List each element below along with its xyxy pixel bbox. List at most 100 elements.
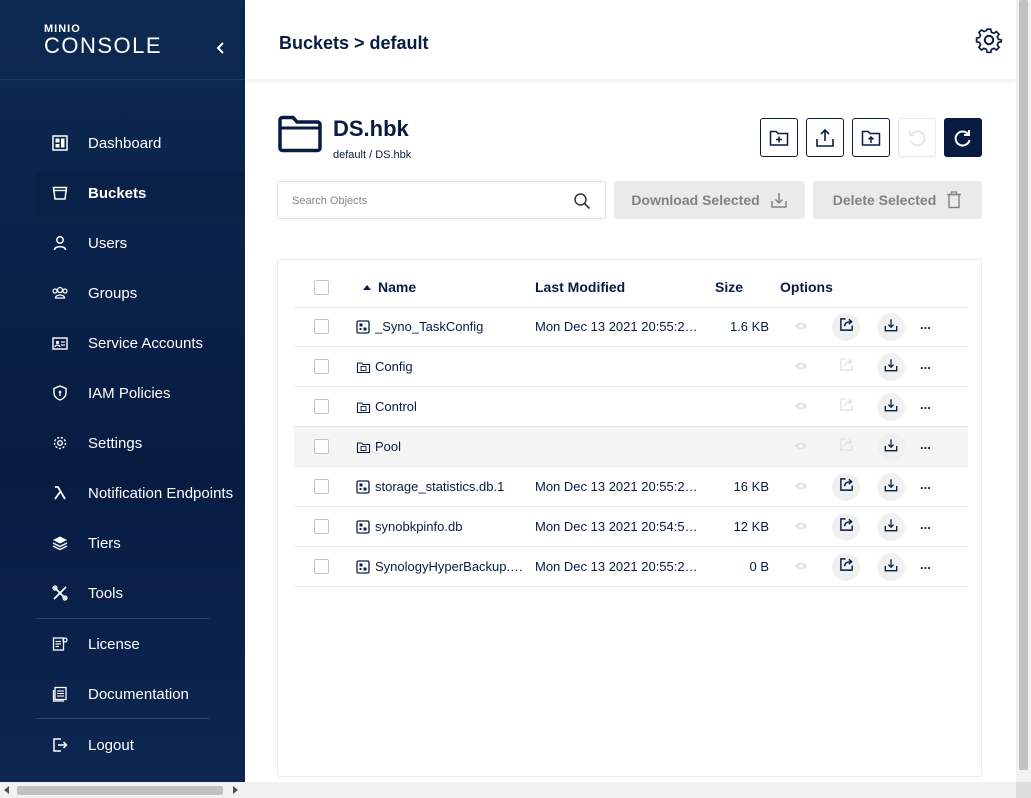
vertical-scroll-thumb[interactable] (1019, 0, 1028, 770)
row-checkbox[interactable] (314, 319, 329, 334)
download-selected-button[interactable]: Download Selected (614, 181, 805, 219)
search-icon[interactable] (573, 192, 591, 210)
table-row[interactable]: Pool ... (294, 427, 968, 467)
layers-icon (51, 534, 69, 552)
vertical-scrollbar[interactable] (1016, 0, 1031, 782)
download-button[interactable] (877, 393, 905, 421)
row-checkbox[interactable] (314, 439, 329, 454)
download-button[interactable] (877, 553, 905, 581)
rewind-button[interactable] (898, 118, 936, 157)
row-checkbox[interactable] (314, 559, 329, 574)
row-checkbox[interactable] (314, 399, 329, 414)
object-name[interactable]: SynologyHyperBackup.bkpi (375, 559, 525, 574)
refresh-button[interactable] (944, 118, 982, 157)
table-row[interactable]: _Syno_TaskConfig Mon Dec 13 2021 20:55:2… (294, 307, 968, 347)
share-button[interactable] (832, 353, 860, 381)
sidebar-item-tools[interactable]: Tools (36, 571, 245, 615)
row-checkbox[interactable] (314, 519, 329, 534)
settings-button[interactable] (975, 26, 1003, 54)
column-header-size[interactable]: Size (715, 279, 743, 295)
sidebar-item-service-accounts[interactable]: Service Accounts (36, 321, 245, 365)
eye-icon (794, 398, 808, 416)
download-button[interactable] (877, 433, 905, 461)
sidebar-item-label: Service Accounts (88, 334, 204, 352)
more-options-button[interactable]: ... (920, 357, 931, 372)
share-button[interactable] (832, 393, 860, 421)
breadcrumb[interactable]: Buckets > default (279, 33, 429, 54)
row-checkbox[interactable] (314, 359, 329, 374)
sidebar-item-tiers[interactable]: Tiers (36, 521, 245, 565)
table-row[interactable]: SynologyHyperBackup.bkpi Mon Dec 13 2021… (294, 547, 968, 587)
page-header: Buckets > default (245, 0, 1016, 79)
object-name[interactable]: Pool (375, 439, 525, 454)
column-header-name[interactable]: Name (362, 279, 416, 295)
sidebar-item-label: Users (88, 234, 128, 252)
more-options-button[interactable]: ... (920, 517, 931, 532)
groups-icon (51, 284, 69, 302)
sidebar-item-notification-endpoints[interactable]: Notification Endpoints (36, 471, 245, 515)
minio-console-logo[interactable]: MINIO CONSOLE (44, 24, 162, 57)
sidebar-item-dashboard[interactable]: Dashboard (36, 121, 245, 165)
share-button[interactable] (832, 553, 860, 581)
delete-selected-button[interactable]: Delete Selected (813, 181, 982, 219)
sidebar-item-license[interactable]: License (36, 622, 245, 666)
object-name[interactable]: Config (375, 359, 525, 374)
lambda-icon (51, 484, 69, 502)
download-icon (884, 558, 898, 577)
sidebar-item-label: Notification Endpoints (88, 484, 234, 502)
share-button[interactable] (832, 473, 860, 501)
upload-folder-icon (861, 130, 881, 146)
select-all-checkbox[interactable] (314, 280, 329, 295)
table-row[interactable]: storage_statistics.db.1 Mon Dec 13 2021 … (294, 467, 968, 507)
sidebar-item-logout[interactable]: Logout (36, 723, 245, 767)
sidebar-item-buckets[interactable]: Buckets (36, 171, 245, 215)
scroll-left-arrow[interactable] (4, 786, 9, 794)
sidebar-item-documentation[interactable]: Documentation (36, 672, 245, 716)
horizontal-scroll-thumb[interactable] (17, 786, 223, 795)
scroll-right-arrow[interactable] (233, 786, 238, 794)
table-row[interactable]: Config ... (294, 347, 968, 387)
share-button[interactable] (832, 313, 860, 341)
collapse-sidebar-button[interactable] (212, 38, 230, 58)
table-row[interactable]: synobkpinfo.db Mon Dec 13 2021 20:54:57 … (294, 507, 968, 547)
preview-button[interactable] (787, 353, 815, 381)
row-checkbox[interactable] (314, 479, 329, 494)
share-button[interactable] (832, 513, 860, 541)
share-icon (839, 517, 854, 537)
sidebar-item-groups[interactable]: Groups (36, 271, 245, 315)
object-name[interactable]: _Syno_TaskConfig (375, 319, 525, 334)
create-folder-button[interactable] (760, 118, 798, 157)
sidebar-item-users[interactable]: Users (36, 221, 245, 265)
file-icon (356, 480, 370, 494)
sidebar-item-iam-policies[interactable]: IAM Policies (36, 371, 245, 415)
object-last-modified: Mon Dec 13 2021 20:54:57 GMT+0800 (535, 519, 703, 534)
more-options-button[interactable]: ... (920, 557, 931, 572)
sidebar-item-settings[interactable]: Settings (36, 421, 245, 465)
folder-title: DS.hbk (333, 116, 409, 141)
preview-button[interactable] (787, 553, 815, 581)
download-button[interactable] (877, 313, 905, 341)
more-options-button[interactable]: ... (920, 437, 931, 452)
search-input[interactable] (292, 191, 562, 211)
download-button[interactable] (877, 473, 905, 501)
more-options-button[interactable]: ... (920, 317, 931, 332)
column-header-last-modified[interactable]: Last Modified (535, 279, 625, 295)
horizontal-scrollbar[interactable] (0, 782, 1016, 798)
object-name[interactable]: Control (375, 399, 525, 414)
preview-button[interactable] (787, 393, 815, 421)
more-options-button[interactable]: ... (920, 397, 931, 412)
sidebar-item-label: Logout (88, 736, 134, 754)
object-name[interactable]: synobkpinfo.db (375, 519, 525, 534)
preview-button[interactable] (787, 513, 815, 541)
share-button[interactable] (832, 433, 860, 461)
upload-folder-button[interactable] (852, 118, 890, 157)
table-row[interactable]: Control ... (294, 387, 968, 427)
preview-button[interactable] (787, 473, 815, 501)
preview-button[interactable] (787, 313, 815, 341)
upload-file-button[interactable] (806, 118, 844, 157)
download-button[interactable] (877, 513, 905, 541)
object-name[interactable]: storage_statistics.db.1 (375, 479, 525, 494)
preview-button[interactable] (787, 433, 815, 461)
download-button[interactable] (877, 353, 905, 381)
more-options-button[interactable]: ... (920, 477, 931, 492)
